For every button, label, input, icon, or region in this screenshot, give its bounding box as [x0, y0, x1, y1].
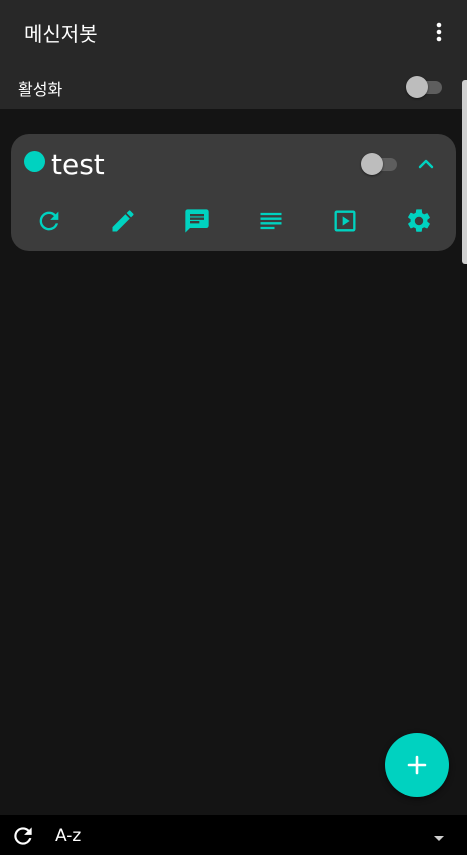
dropdown-arrow-icon[interactable]	[429, 828, 449, 848]
refresh-icon	[39, 211, 59, 231]
chat-button[interactable]	[183, 207, 211, 235]
add-bot-button[interactable]	[385, 733, 449, 797]
bot-status-dot	[24, 151, 45, 172]
collapse-chevron-icon[interactable]	[414, 152, 438, 176]
log-button[interactable]	[257, 207, 285, 235]
chat-icon	[185, 209, 209, 233]
gear-icon	[408, 209, 430, 232]
activation-label: 활성화	[18, 80, 63, 99]
sort-order-label[interactable]: A-z	[55, 826, 81, 846]
switch-thumb	[361, 153, 383, 175]
activation-switch[interactable]	[406, 76, 444, 98]
app-bar: 메신저봇	[0, 0, 467, 63]
sort-bar: A-z	[0, 815, 467, 855]
bot-name: test	[51, 148, 105, 181]
reload-button[interactable]	[35, 207, 63, 235]
play-box-icon	[334, 210, 356, 232]
bot-card[interactable]: test	[11, 134, 456, 251]
more-options-icon[interactable]	[428, 20, 450, 44]
run-button[interactable]	[331, 207, 359, 235]
pencil-icon	[112, 210, 134, 232]
edit-button[interactable]	[109, 207, 137, 235]
edge-scroll-indicator[interactable]	[462, 80, 467, 264]
switch-thumb	[406, 76, 428, 98]
settings-button[interactable]	[405, 207, 433, 235]
activation-row: 활성화	[0, 63, 467, 109]
bot-enable-switch[interactable]	[361, 153, 399, 175]
log-lines-icon	[260, 212, 282, 230]
refresh-list-icon[interactable]	[10, 823, 36, 849]
plus-icon	[407, 755, 427, 775]
app-title: 메신저봇	[24, 22, 98, 46]
